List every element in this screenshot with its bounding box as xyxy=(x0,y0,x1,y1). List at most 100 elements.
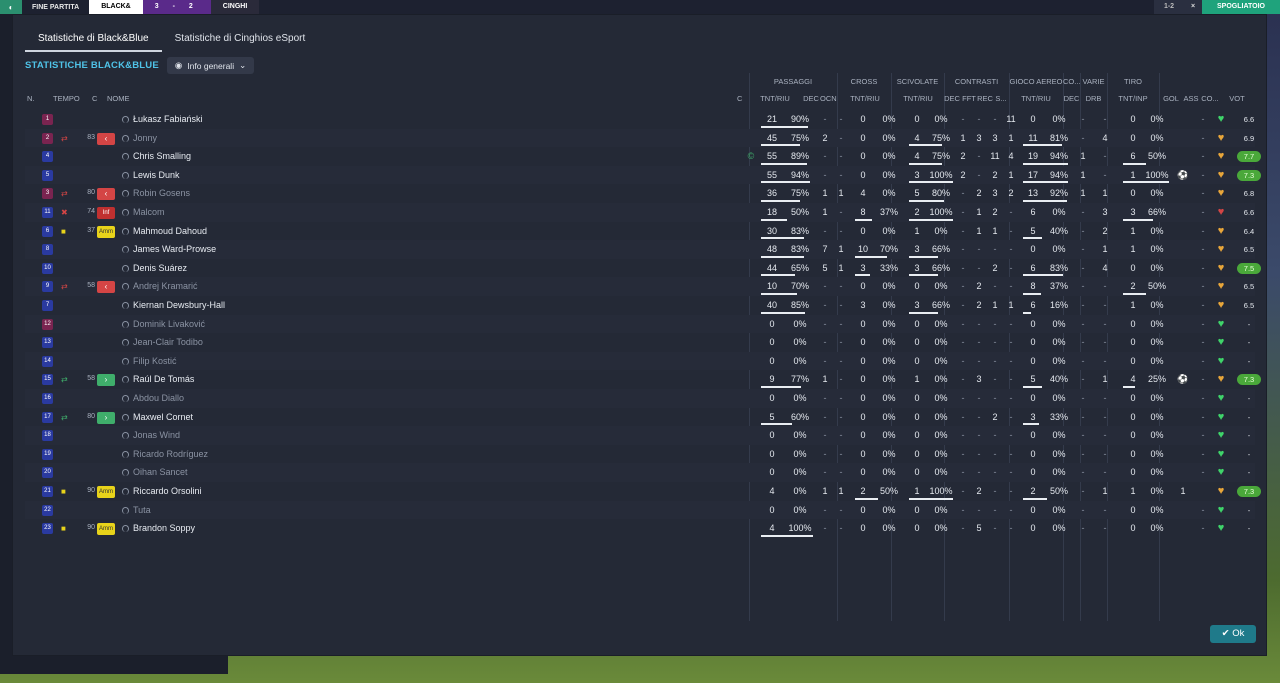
player-rating: 7.3 xyxy=(1237,486,1261,497)
close-icon[interactable]: × xyxy=(1184,0,1202,14)
column-header-n[interactable]: N. xyxy=(27,91,47,107)
table-row[interactable]: 21 ■ 90 Amm Riccardo Orsolini 4 0% 1 1 2 50% 1 100% -… xyxy=(25,482,1261,501)
contrasts-rec: - xyxy=(993,318,997,329)
column-header-voto[interactable]: VOT xyxy=(1223,91,1251,107)
player-name[interactable]: Jean-Clair Todibo xyxy=(133,333,203,352)
pass-ocn: - xyxy=(839,132,843,143)
table-row[interactable]: 6 ■ 37 Amm Mahmoud Dahoud 30 83% - -0 0% 1 0% -1 1-5 4… xyxy=(25,222,1255,241)
table-row[interactable]: 19 Ricardo Rodríguez 0 0% - - 0 0% 0 0% - - - - 0 0% - - 0… xyxy=(25,445,1255,464)
column-header-cs[interactable]: S... xyxy=(993,91,1009,107)
table-row[interactable]: 7 Kiernan Dewsbury-Hall 40 85% - -3 0% 3 66% -2 1 1… xyxy=(25,296,1255,315)
player-name[interactable]: Chris Smalling xyxy=(133,147,191,166)
pct-bar xyxy=(855,497,878,500)
column-header-c2[interactable]: C xyxy=(737,91,747,107)
column-header-dec[interactable]: DEC xyxy=(803,91,819,107)
yellow-card-icon: ■ xyxy=(61,226,66,236)
contrasts-fft: - xyxy=(977,504,981,515)
table-row[interactable]: 14 Filip Kostić 0 0% - - 0 0% 0 0% - - - - 0 0% - - 0 0% - ♥ - xyxy=(25,351,1255,371)
column-header-ocn[interactable]: OCN xyxy=(820,91,837,107)
table-row[interactable]: 8 James Ward-Prowse 48 83% 7 1 10 70% 3 66% - - - -0 0… xyxy=(25,240,1255,259)
condition-heart-icon: ♥ xyxy=(1217,280,1225,293)
player-name[interactable]: Raúl De Tomás xyxy=(133,370,194,389)
player-name[interactable]: James Ward-Prowse xyxy=(133,240,216,259)
column-header-nome[interactable]: NOME xyxy=(107,91,167,107)
pct-bar xyxy=(1123,162,1146,165)
table-row[interactable]: 11 ✖ 74 Inf Malcom 18 50% 1-8 37% 2 100% -1 2-6 0% -3 3… xyxy=(25,203,1255,222)
player-name[interactable]: Tuta xyxy=(133,501,151,520)
column-header-ass[interactable]: ASS xyxy=(1183,91,1199,107)
table-row[interactable]: 15 ⇄ 58 › Raúl De Tomás 9 77% 1-0 0% 1 0% -3- -5 40% -… xyxy=(25,370,1261,389)
table-row[interactable]: 5 Lewis Dunk 55 94% - -0 0% 3 100% 2-2 1 17 94% 1-1 10… xyxy=(25,165,1261,185)
player-rating: 7.5 xyxy=(1237,262,1261,274)
column-header-cfft[interactable]: FFT xyxy=(961,91,977,107)
player-name[interactable]: Ricardo Rodríguez xyxy=(133,445,208,464)
shots-attempts: 0 xyxy=(1130,448,1136,459)
column-header-crec[interactable]: REC xyxy=(977,91,993,107)
table-row[interactable]: 13 Jean-Clair Todibo 0 0% - - 0 0% 0 0% - - - - 0 0% - - 0… xyxy=(25,333,1255,352)
player-name[interactable]: Denis Suárez xyxy=(133,259,187,278)
shots-pct: 0% xyxy=(1150,262,1164,273)
player-name[interactable]: Oihan Sancet xyxy=(133,463,188,482)
tab-away-stats[interactable]: Statistiche di Cinghios eSport xyxy=(162,27,319,52)
player-name[interactable]: Robin Gosens xyxy=(133,184,190,203)
contrasts-fft: 5 xyxy=(976,523,982,534)
pct-bar xyxy=(761,534,813,537)
cross-pct: 0% xyxy=(882,318,896,329)
player-name[interactable]: Dominik Livaković xyxy=(133,315,205,334)
column-header-pass[interactable]: TNT/RIU xyxy=(753,91,797,107)
table-row[interactable]: 12 Dominik Livaković 0 0% - - 0 0% 0 0% - - - - 0 0% - - 0… xyxy=(25,314,1255,334)
pass-ocn: - xyxy=(839,355,843,366)
table-row[interactable]: 16 Abdou Diallo 0 0% - - 0 0% 0 0% - - - - 0 0% - - 0 0% - ♥ - xyxy=(25,389,1255,408)
aerial-pct: 0% xyxy=(1052,318,1066,329)
table-row[interactable]: 20 Oihan Sancet 0 0% - - 0 0% 0 0% - - - - 0 0% - - 0 0% - ♥ - xyxy=(25,463,1255,482)
table-row[interactable]: 1 Łukasz Fabiański 21 90% - -0 0% 0 0% - - -11 0 0% - -… xyxy=(25,110,1255,129)
player-name[interactable]: Kiernan Dewsbury-Hall xyxy=(133,296,225,315)
player-name[interactable]: Jonny xyxy=(133,129,157,148)
table-row[interactable]: 23 ■ 90 Amm Brandon Soppy 4 100% - -0 0% 0 0% -5- -0 0… xyxy=(25,519,1255,538)
column-header-cross[interactable]: TNT/RIU xyxy=(843,91,887,107)
column-header-tempo[interactable]: TEMPO xyxy=(53,91,83,107)
shirt-number-badge: 8 xyxy=(42,244,53,256)
table-row[interactable]: 10 Denis Suárez 44 65% 5 1 3 33% 3 66% - -2-6 83% -4 0… xyxy=(25,259,1261,278)
ok-button[interactable]: ✔ Ok xyxy=(1210,625,1256,643)
dressing-room-button[interactable]: SPOGLIATOIO xyxy=(1202,0,1280,14)
contrasts-fft: - xyxy=(977,448,981,459)
column-header-gol[interactable]: GOL xyxy=(1163,91,1179,107)
player-name[interactable]: Mahmoud Dahoud xyxy=(133,222,207,241)
cross-pct: 0% xyxy=(882,411,896,422)
table-row[interactable]: 9 ⇄ 58 ‹ Andrej Kramarić 10 70% - -0 0% 0 0% -2- -8 37… xyxy=(25,277,1255,296)
player-name[interactable]: Lewis Dunk xyxy=(133,166,180,185)
player-name[interactable]: Łukasz Fabiański xyxy=(133,110,203,129)
player-name[interactable]: Malcom xyxy=(133,203,165,222)
player-name[interactable]: Abdou Diallo xyxy=(133,389,184,408)
column-header-tiro[interactable]: TNT/INP xyxy=(1111,91,1155,107)
player-name[interactable]: Filip Kostić xyxy=(133,352,177,371)
player-name[interactable]: Jonas Wind xyxy=(133,426,180,445)
player-name[interactable]: Maxwel Cornet xyxy=(133,408,193,427)
table-row[interactable]: 22 Tuta 0 0% - - 0 0% 0 0% - - - - 0 0% - - 0 0% - ♥ - xyxy=(25,500,1255,520)
player-name[interactable]: Brandon Soppy xyxy=(133,519,195,538)
column-header-codec[interactable]: DEC xyxy=(1063,91,1080,107)
pass-ocn: - xyxy=(839,430,843,441)
shirt-number-badge: 13 xyxy=(42,337,53,349)
column-header-c[interactable]: C xyxy=(92,91,104,107)
table-row[interactable]: 2 ⇄ 83 ‹ Jonny 45 75% 2-0 0% 4 75% 1 3 3 1 11 81% -4 0 0% - ♥… xyxy=(25,128,1255,148)
column-header-drb[interactable]: DRB xyxy=(1080,91,1107,107)
table-row[interactable]: 4 Chris Smalling © 55 89% - -0 0% 4 75% 2-11 4 19 94%… xyxy=(25,147,1261,166)
table-row[interactable]: 17 ⇄ 80 › Maxwel Cornet 5 60% - -0 0% 0 0% - -2-3 33% -… xyxy=(25,408,1255,427)
column-header-aereo[interactable]: TNT/RIU xyxy=(1013,91,1059,107)
tackle-pct: 0% xyxy=(934,411,948,422)
player-name[interactable]: Andrej Kramarić xyxy=(133,277,198,296)
column-header-sciv[interactable]: TNT/RIU xyxy=(896,91,940,107)
table-row[interactable]: 3 ⇄ 80 ‹ Robin Gosens 36 75% 1 1 4 0% 5 80% -2 3 2 13 92%… xyxy=(25,184,1255,203)
table-row[interactable]: 18 Jonas Wind 0 0% - - 0 0% 0 0% - - - - 0 0% - - 0 0% - ♥ - xyxy=(25,426,1255,445)
contrasts-fft: - xyxy=(977,169,981,180)
tab-home-stats[interactable]: Statistiche di Black&Blue xyxy=(25,27,162,52)
cross-pct: 0% xyxy=(882,393,896,403)
pass-pct: 0% xyxy=(793,448,807,459)
column-header-cdec[interactable]: DEC xyxy=(944,91,960,107)
contrasts-fft: 2 xyxy=(976,188,982,199)
player-name[interactable]: Riccardo Orsolini xyxy=(133,482,202,501)
view-dropdown[interactable]: ◉ Info generali ⌄ xyxy=(166,57,255,74)
column-header-co[interactable]: CO... xyxy=(1201,91,1219,107)
